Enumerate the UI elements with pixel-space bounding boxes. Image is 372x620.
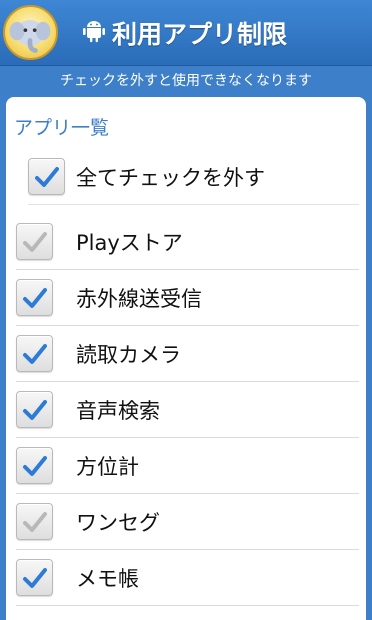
checkbox-play-store[interactable] <box>16 223 53 260</box>
page-title: 利用アプリ制限 <box>112 20 288 49</box>
list-item-play-store[interactable]: Playストア <box>16 214 359 270</box>
instruction-text: チェックを外すと使用できなくなります <box>60 73 312 89</box>
checkbox-memo[interactable] <box>16 559 53 596</box>
checkbox-one-seg[interactable] <box>16 503 53 540</box>
app-list-panel: アプリ一覧 全てチェックを外す Playストア 赤外線送受信 読取カメラ 音声検… <box>6 97 366 620</box>
android-icon <box>82 18 106 48</box>
list-item-compass[interactable]: 方位計 <box>16 438 359 494</box>
checkbox-voice-search[interactable] <box>16 391 53 428</box>
list-item-label: 方位計 <box>76 454 139 479</box>
checkbox-reader-camera[interactable] <box>16 335 53 372</box>
list-item-voice-search[interactable]: 音声検索 <box>16 382 359 438</box>
list-item-label: 赤外線送受信 <box>76 286 202 311</box>
select-all-label: 全てチェックを外す <box>76 165 265 190</box>
list-header: アプリ一覧 <box>14 117 110 139</box>
list-item-label: 音声検索 <box>76 398 160 423</box>
list-item-label: 読取カメラ <box>76 342 181 367</box>
select-all-checkbox[interactable] <box>28 158 65 195</box>
list-item-one-seg[interactable]: ワンセグ <box>16 494 359 550</box>
list-item-label: ワンセグ <box>76 510 160 535</box>
list-item-reader-camera[interactable]: 読取カメラ <box>16 326 359 382</box>
header-title-group: 利用アプリ制限 <box>82 14 287 52</box>
elephant-logo-icon <box>3 5 58 60</box>
list-item-infrared[interactable]: 赤外線送受信 <box>16 270 359 326</box>
select-all-row[interactable]: 全てチェックを外す <box>28 149 359 205</box>
list-item-label: メモ帳 <box>76 566 139 591</box>
checkbox-infrared[interactable] <box>16 279 53 316</box>
app-header: 利用アプリ制限 <box>0 0 372 66</box>
list-item-label: Playストア <box>76 230 183 255</box>
checkbox-compass[interactable] <box>16 447 53 484</box>
list-item-memo[interactable]: メモ帳 <box>16 550 359 606</box>
